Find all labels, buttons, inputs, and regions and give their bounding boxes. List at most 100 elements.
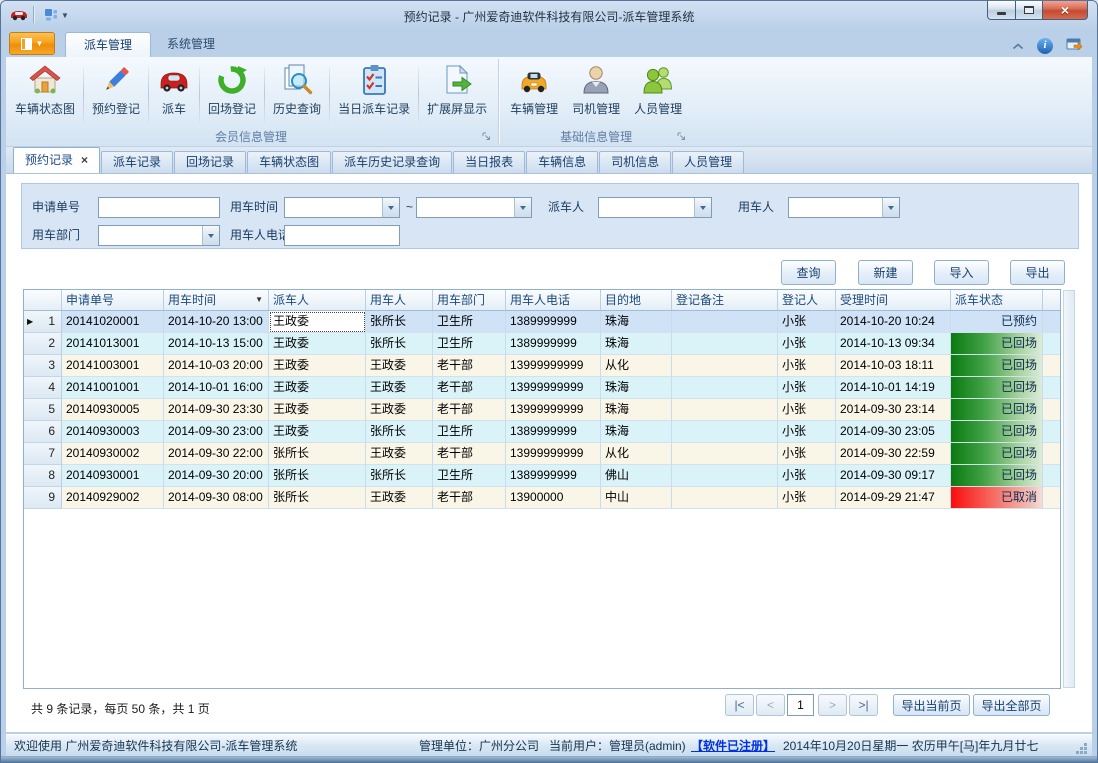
col-header-registrar[interactable]: 登记人 [778,290,836,310]
table-row[interactable]: 2201410130012014-10-13 15:00王政委张所长卫生所138… [24,333,1060,355]
doc-tab-dispatch-records[interactable]: 派车记录 [101,151,173,173]
cell-accept-time[interactable]: 2014-10-03 18:11 [836,355,951,377]
cell-remark[interactable] [672,311,778,333]
cell-phone[interactable]: 1389999999 [506,465,601,487]
cell-user[interactable]: 王政委 [366,355,433,377]
user-phone-input[interactable] [284,225,400,246]
col-header-phone[interactable]: 用车人电话 [506,290,601,310]
table-row[interactable]: 3201410030012014-10-03 20:00王政委王政委老干部139… [24,355,1060,377]
cell-apply-no[interactable]: 20140929002 [62,487,164,509]
doc-tab-dispatch-history-query[interactable]: 派车历史记录查询 [332,151,452,173]
doc-tab-vehicle-info[interactable]: 车辆信息 [526,151,598,173]
cell-use-time[interactable]: 2014-10-03 20:00 [164,355,269,377]
cell-phone[interactable]: 13999999999 [506,377,601,399]
maximize-button[interactable] [1015,1,1043,20]
cell-status[interactable]: 已取消 [951,487,1043,509]
cell-dispatcher[interactable]: 张所长 [269,487,366,509]
use-time-from-combo[interactable] [284,197,400,218]
cell-registrar[interactable]: 小张 [778,355,836,377]
cell-apply-no[interactable]: 20141001001 [62,377,164,399]
cell-status[interactable]: 已回场 [951,333,1043,355]
cell-user[interactable]: 张所长 [366,465,433,487]
ribbon-tab-dispatch[interactable]: 派车管理 [65,32,151,57]
doc-tab-personnel-manage[interactable]: 人员管理 [672,151,744,173]
cell-user[interactable]: 张所长 [366,311,433,333]
export-button[interactable]: 导出 [1010,260,1065,285]
table-row[interactable]: 7201409300022014-09-30 22:00张所长王政委老干部139… [24,443,1060,465]
cell-registrar[interactable]: 小张 [778,465,836,487]
export-current-page-button[interactable]: 导出当前页 [893,694,970,716]
export-all-pages-button[interactable]: 导出全部页 [973,694,1050,716]
cell-department[interactable]: 老干部 [433,443,506,465]
dispatcher-combo[interactable] [598,197,712,218]
row-header[interactable]: 2 [24,333,62,355]
cell-phone[interactable]: 13999999999 [506,399,601,421]
cell-phone[interactable]: 13999999999 [506,443,601,465]
close-button[interactable]: × [1042,1,1088,20]
today-dispatch-records-button[interactable]: 当日派车记录 [331,59,417,130]
cell-apply-no[interactable]: 20140930001 [62,465,164,487]
cell-accept-time[interactable]: 2014-09-29 21:47 [836,487,951,509]
quick-access-toolbar-button[interactable]: ▼ [41,6,72,24]
return-register-button[interactable]: 回场登记 [201,59,263,130]
col-header-user[interactable]: 用车人 [366,290,433,310]
cell-status[interactable]: 已回场 [951,355,1043,377]
apply-no-input[interactable] [98,197,220,218]
cell-remark[interactable] [672,487,778,509]
dialog-launcher-icon[interactable] [482,130,491,144]
cell-accept-time[interactable]: 2014-10-13 09:34 [836,333,951,355]
col-header-use-time[interactable]: 用车时间 ▼ [164,290,269,310]
col-header-apply-no[interactable]: 申请单号 [62,290,164,310]
reservation-register-button[interactable]: 预约登记 [85,59,147,130]
minimize-button[interactable] [987,1,1016,20]
doc-tab-return-records[interactable]: 回场记录 [174,151,246,173]
cell-registrar[interactable]: 小张 [778,333,836,355]
cell-apply-no[interactable]: 20140930005 [62,399,164,421]
next-page-button[interactable]: > [818,694,847,716]
app-menu-button[interactable]: ▼ [9,32,55,55]
cell-phone[interactable]: 13999999999 [506,355,601,377]
extended-screen-button[interactable]: 扩展屏显示 [420,59,494,130]
cell-status[interactable]: 已预约 [951,311,1043,333]
cell-use-time[interactable]: 2014-09-30 22:00 [164,443,269,465]
vehicle-status-map-button[interactable]: 车辆状态图 [8,59,82,130]
cell-user[interactable]: 张所长 [366,333,433,355]
resize-grip[interactable] [1075,742,1087,754]
query-button[interactable]: 查询 [781,260,836,285]
import-button[interactable]: 导入 [934,260,989,285]
cell-phone[interactable]: 1389999999 [506,311,601,333]
cell-remark[interactable] [672,465,778,487]
table-row[interactable]: 4201410010012014-10-01 16:00王政委王政委老干部139… [24,377,1060,399]
cell-department[interactable]: 老干部 [433,399,506,421]
cell-user[interactable]: 王政委 [366,443,433,465]
cell-registrar[interactable]: 小张 [778,377,836,399]
cell-status[interactable]: 已回场 [951,465,1043,487]
cell-remark[interactable] [672,333,778,355]
cell-destination[interactable]: 佛山 [601,465,672,487]
doc-tab-vehicle-status-map[interactable]: 车辆状态图 [247,151,331,173]
cell-remark[interactable] [672,443,778,465]
cell-accept-time[interactable]: 2014-10-01 14:19 [836,377,951,399]
last-page-button[interactable]: >| [849,694,878,716]
row-header[interactable]: 7 [24,443,62,465]
about-button[interactable] [1066,36,1083,55]
cell-apply-no[interactable]: 20141013001 [62,333,164,355]
cell-use-time[interactable]: 2014-09-30 20:00 [164,465,269,487]
cell-apply-no[interactable]: 20140930002 [62,443,164,465]
cell-use-time[interactable]: 2014-09-30 23:00 [164,421,269,443]
cell-status[interactable]: 已回场 [951,421,1043,443]
cell-destination[interactable]: 从化 [601,443,672,465]
cell-use-time[interactable]: 2014-09-30 08:00 [164,487,269,509]
use-time-to-combo[interactable] [416,197,532,218]
cell-dispatcher[interactable]: 王政委 [269,311,366,333]
col-header-accept-time[interactable]: 受理时间 [836,290,951,310]
prev-page-button[interactable]: < [756,694,785,716]
close-tab-icon[interactable]: × [81,150,88,171]
dropdown-arrow-icon[interactable] [694,198,711,217]
dialog-launcher-icon[interactable] [677,130,686,144]
cell-remark[interactable] [672,377,778,399]
row-header[interactable]: 5 [24,399,62,421]
dropdown-arrow-icon[interactable] [882,198,899,217]
vertical-scrollbar[interactable] [1063,290,1075,688]
cell-dispatcher[interactable]: 张所长 [269,443,366,465]
